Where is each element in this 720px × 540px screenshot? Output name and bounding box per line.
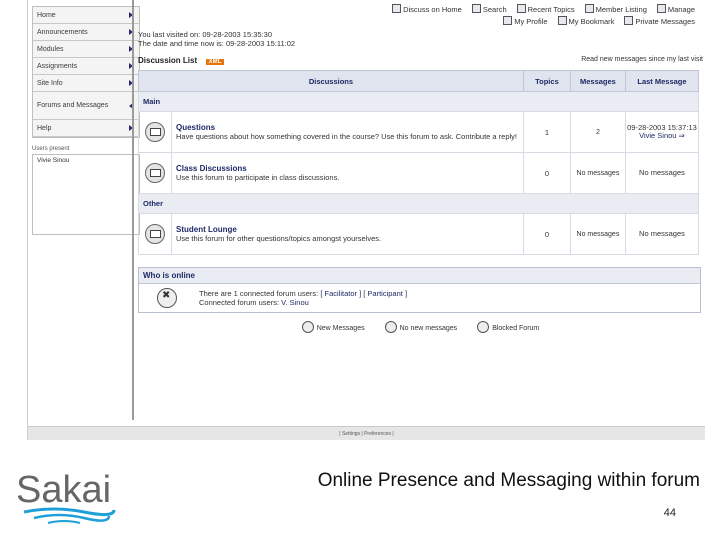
nav-manage[interactable]: Manage [656,4,695,16]
sidebar-item-label: Announcements [37,28,88,36]
forum-description: Use this forum for other questions/topic… [176,234,382,243]
header-last-message: Last Message [624,70,700,92]
sidebar-item-home[interactable]: Home [33,7,139,24]
connected-users-line: There are 1 connected forum users: [ Fac… [199,289,408,298]
sidebar-item-forums-and-messages[interactable]: Forums and Messages [33,92,139,120]
users-present-label: Users present [32,146,70,152]
forum-row: Student Lounge Use this forum for other q… [138,213,700,255]
forum-folder-icon [145,224,165,244]
top-navigation: Discuss on Home Search Recent Topics Member… [138,4,703,28]
legend-icon [477,321,490,333]
header-messages: Messages [569,70,626,92]
forum-description: Use this forum to participate in class d… [176,173,340,182]
header-topics: Topics [522,70,571,92]
nav-link-icon [656,4,666,13]
top-nav-row-2: My Profile My Bookmark Private Messages [138,16,695,28]
screenshot-area: Home Announcements Modules Assignments Site … [27,0,705,440]
role-links[interactable]: [ Facilitator ] [ Participant ] [320,289,407,298]
nav-private-messages[interactable]: Private Messages [624,16,695,28]
slide-page-number: 44 [663,507,676,519]
last-message-author[interactable]: Vivie Sinou ⇒ [627,132,697,140]
category-row: Main [138,91,699,112]
legend-icon [384,321,397,333]
users-online-icon [157,288,177,308]
forum-table: Discussions Topics Messages Last Message… [138,70,700,255]
nav-link-icon [392,4,402,13]
sidebar-item-label: Assignments [37,62,78,70]
slide-caption: Online Presence and Messaging within for… [317,470,700,491]
sidebar-item-assignments[interactable]: Assignments [33,58,139,75]
sidebar-item-label: Forums and Messages [37,102,109,109]
forum-name-link[interactable]: Class Discussions [176,164,519,173]
topic-count: 0 [522,213,571,255]
left-sidebar: Home Announcements Modules Assignments Site … [32,6,140,235]
legend-item: New Messages [301,321,365,333]
sidebar-item-announcements[interactable]: Announcements [33,24,139,41]
legend-item: No new messages [384,321,457,333]
category-row: Other [138,193,699,214]
visit-info: You last visited on: 09-28-2003 15:35:30… [138,30,703,48]
nav-link-icon [584,4,594,13]
sidebar-item-label: Modules [37,45,64,53]
nav-link-icon [624,16,634,25]
last-message-date: No messages [639,229,685,238]
who-is-online-panel: Who is online There are 1 connected foru… [138,267,701,313]
forum-name-link[interactable]: Student Lounge [176,225,519,234]
read-new-messages-link[interactable]: Read new messages since my last visit [581,56,703,63]
legend-item: Blocked Forum [477,321,539,333]
forum-name-link[interactable]: Questions [176,123,519,132]
connected-users-names: Connected forum users: V. Sinou [199,298,309,307]
sidebar-divider [132,0,134,420]
legend-icon [301,321,314,333]
nav-link-icon [516,4,526,13]
nav-discuss-on-home[interactable]: Discuss on Home [392,4,462,16]
nav-member-listing[interactable]: Member Listing [584,4,647,16]
nav-my-bookmark[interactable]: My Bookmark [557,16,614,28]
forum-main: Discuss on Home Search Recent Topics Member… [138,4,703,333]
footer-bar: | Settings | Preferences | [28,426,705,440]
nav-recent-topics[interactable]: Recent Topics [516,4,575,16]
forum-row: Class Discussions Use this forum to parti… [138,152,700,194]
nav-link-icon [557,16,567,25]
sidebar-item-help[interactable]: Help [33,120,139,137]
topic-count: 0 [522,152,571,194]
forum-row: Questions Have questions about how someth… [138,111,700,153]
last-message-date: No messages [639,168,685,177]
forum-folder-icon [145,122,165,142]
sidebar-item-site-info[interactable]: Site Info [33,75,139,92]
current-time-text: The date and time now is: 09-28-2003 15:… [138,39,296,48]
discussion-list-header: Discussion List XML Read new messages si… [138,50,703,68]
present-user[interactable]: Vivie Sinou [37,157,135,164]
last-visited-text: You last visited on: 09-28-2003 15:35:30 [138,30,272,39]
topic-count: 1 [522,111,571,153]
sidebar-item-label: Home [37,11,56,19]
sakai-logo: Sakai [16,469,116,524]
users-present-box: Vivie Sinou [32,154,140,235]
xml-feed-button[interactable]: XML [205,59,225,65]
sidebar-item-label: Site Info [37,79,63,87]
discussion-list-title: Discussion List [138,56,198,65]
nav-link-icon [503,16,513,25]
nav-link-icon [471,4,481,13]
message-count: 2 [569,111,626,153]
forum-description: Have questions about how something cover… [176,132,518,141]
who-is-online-title: Who is online [139,268,700,284]
site-menu: Home Announcements Modules Assignments Site … [32,6,140,138]
sidebar-item-label: Help [37,124,52,132]
forum-folder-icon [145,163,165,183]
header-discussions: Discussions [138,70,524,92]
message-count: No messages [569,152,626,194]
nav-my-profile[interactable]: My Profile [503,16,548,28]
online-user-link[interactable]: V. Sinou [281,298,309,307]
sidebar-item-modules[interactable]: Modules [33,41,139,58]
svg-text:Sakai: Sakai [16,469,111,511]
message-count: No messages [569,213,626,255]
top-nav-row-1: Discuss on Home Search Recent Topics Member… [138,4,695,16]
icon-legend: New Messages No new messages Blocked Forum [138,321,703,333]
nav-search[interactable]: Search [471,4,507,16]
